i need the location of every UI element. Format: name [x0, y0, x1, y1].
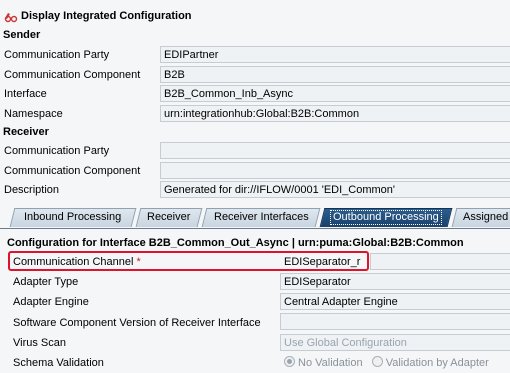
- adapter-type-label: Adapter Type: [13, 276, 79, 288]
- adapter-engine-field[interactable]: Central Adapter Engine: [280, 293, 510, 310]
- communication-channel-label: Communication Channel *: [13, 256, 141, 268]
- tab-outbound-processing[interactable]: Outbound Processing: [319, 208, 453, 227]
- communication-channel-field[interactable]: EDISeparator_r: [280, 253, 366, 270]
- sender-interface-label: Interface: [4, 88, 47, 100]
- tab-receiver-interfaces[interactable]: Receiver Interfaces: [201, 208, 321, 227]
- tab-receiver[interactable]: Receiver: [135, 208, 203, 227]
- sender-component-label: Communication Component: [4, 69, 141, 81]
- schema-validation-label: Schema Validation: [13, 357, 104, 369]
- software-component-version-label: Software Component Version of Receiver I…: [13, 317, 261, 329]
- glasses-icon: [4, 13, 18, 23]
- radio-no-validation[interactable]: No Validation: [284, 356, 363, 369]
- adapter-engine-label: Adapter Engine: [13, 296, 89, 308]
- tab-assigned[interactable]: Assigned: [451, 208, 510, 227]
- config-title: Configuration for Interface B2B_Common_O…: [7, 237, 464, 249]
- sender-component-field[interactable]: B2B: [160, 66, 510, 83]
- page-title: Display Integrated Configuration: [21, 10, 192, 22]
- software-component-version-field[interactable]: [280, 313, 510, 330]
- receiver-heading: Receiver: [3, 126, 49, 138]
- radio-unselected-icon: [371, 356, 383, 367]
- sender-party-label: Communication Party: [4, 49, 110, 61]
- schema-validation-radio-group: No Validation Validation by Adapter: [284, 356, 489, 370]
- receiver-party-field[interactable]: [160, 142, 510, 159]
- virus-scan-label: Virus Scan: [13, 337, 66, 349]
- communication-channel-field-extension: [370, 253, 510, 270]
- radio-selected-icon: [284, 356, 295, 367]
- tab-inbound-processing[interactable]: Inbound Processing: [9, 208, 137, 227]
- receiver-description-field[interactable]: Generated for dir://IFLOW/0001 'EDI_Comm…: [160, 181, 510, 198]
- receiver-component-label: Communication Component: [4, 165, 141, 177]
- radio-validation-by-adapter[interactable]: Validation by Adapter: [371, 356, 489, 369]
- receiver-component-field[interactable]: [160, 162, 510, 179]
- receiver-party-label: Communication Party: [4, 145, 110, 157]
- virus-scan-select[interactable]: Use Global Configuration: [280, 334, 510, 351]
- sender-party-field[interactable]: EDIPartner: [160, 46, 510, 63]
- sender-interface-field[interactable]: B2B_Common_Inb_Async: [160, 85, 510, 102]
- sender-heading: Sender: [3, 29, 41, 41]
- adapter-type-field[interactable]: EDISeparator: [280, 273, 510, 290]
- sender-namespace-label: Namespace: [4, 108, 63, 120]
- sender-namespace-field[interactable]: urn:integrationhub:Global:B2B:Common: [160, 105, 510, 122]
- receiver-description-label: Description: [4, 184, 60, 196]
